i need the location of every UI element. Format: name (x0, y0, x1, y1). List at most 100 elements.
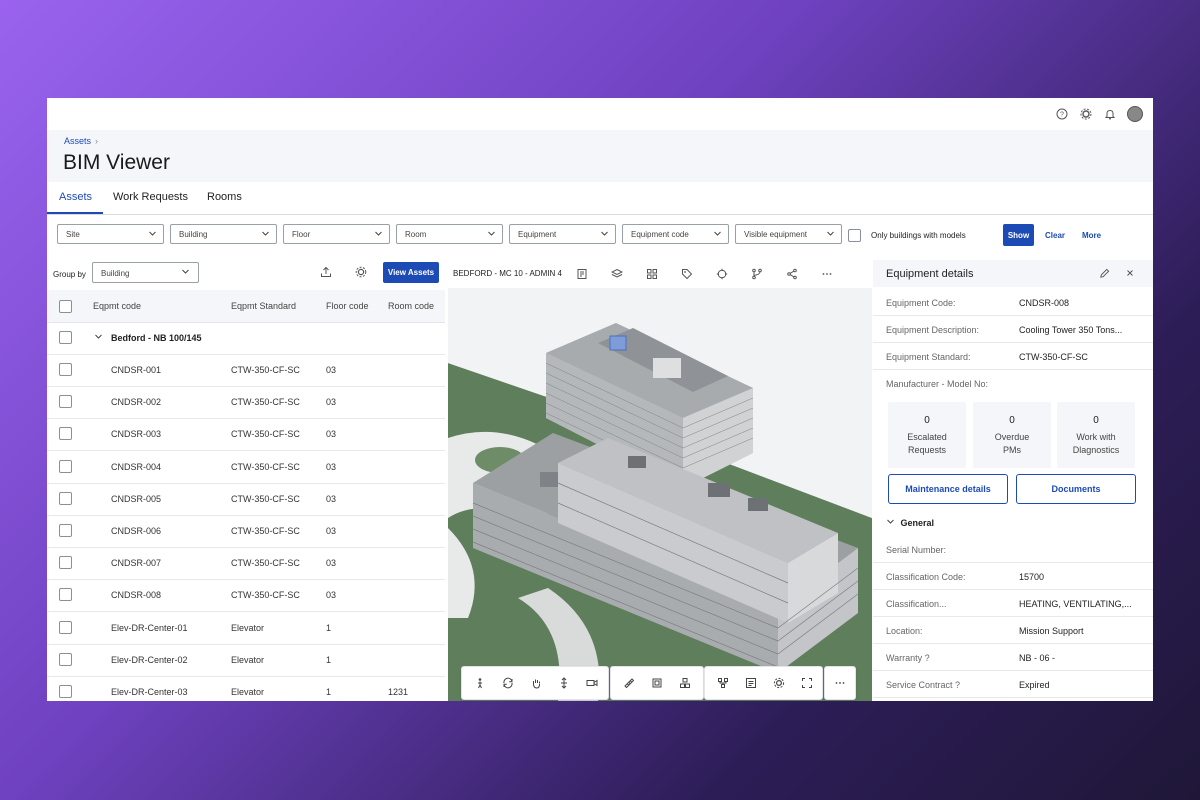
documents-button[interactable]: Documents (1016, 474, 1136, 504)
table-row[interactable]: Elev-DR-Center-01 Elevator 1 (47, 612, 445, 645)
visible-equipment-select[interactable]: Visible equipment (735, 224, 842, 244)
help-icon[interactable]: ? (1055, 107, 1069, 121)
branch-icon[interactable] (750, 267, 764, 281)
floor-code-cell: 03 (326, 526, 337, 536)
column-header[interactable]: Room code (388, 301, 434, 311)
prop-location: Location: Mission Support (873, 617, 1153, 644)
more-icon[interactable] (820, 267, 834, 281)
layers-icon[interactable] (610, 267, 624, 281)
building-select[interactable]: Building (170, 224, 277, 244)
row-checkbox[interactable] (59, 588, 72, 602)
overdue-pms-stat[interactable]: 0 Overdue PMs (973, 402, 1051, 468)
settings-icon[interactable] (1079, 107, 1093, 121)
share-icon[interactable] (785, 267, 799, 281)
section-box-icon[interactable] (650, 676, 664, 690)
more-icon[interactable] (833, 676, 847, 690)
avatar[interactable] (1127, 106, 1143, 122)
row-checkbox[interactable] (59, 331, 72, 344)
table-row[interactable]: CNDSR-004 CTW-350-CF-SC 03 (47, 451, 445, 484)
eqpmt-code-cell: CNDSR-007 (111, 558, 162, 569)
group-name: Bedford - NB 100/145 (111, 333, 202, 343)
column-header[interactable]: Floor code (326, 301, 369, 311)
row-checkbox[interactable] (59, 459, 72, 473)
row-checkbox[interactable] (59, 491, 72, 505)
explode-icon[interactable] (678, 676, 692, 690)
eqpmt-standard-cell: CTW-350-CF-SC (231, 429, 300, 440)
site-select[interactable]: Site (57, 224, 164, 244)
table-row[interactable]: Elev-DR-Center-02 Elevator 1 (47, 644, 445, 677)
row-checkbox[interactable] (59, 427, 72, 441)
measure-icon[interactable] (622, 676, 636, 690)
vertical-move-icon[interactable] (557, 676, 571, 690)
maintenance-details-button[interactable]: Maintenance details (888, 474, 1008, 504)
export-icon[interactable] (319, 265, 333, 279)
chevron-down-icon (181, 267, 190, 278)
target-icon[interactable] (715, 267, 729, 281)
fullscreen-icon[interactable] (800, 676, 814, 690)
person-icon[interactable] (473, 676, 487, 690)
more-button[interactable]: More (1082, 231, 1101, 240)
column-header[interactable]: Eqpmt Standard (231, 301, 296, 311)
select-all-checkbox[interactable] (59, 300, 72, 313)
eqpmt-standard-cell: CTW-350-CF-SC (231, 397, 300, 408)
properties-icon[interactable] (744, 676, 758, 690)
row-checkbox[interactable] (59, 395, 72, 409)
group-by-select[interactable]: Building (92, 262, 199, 283)
breadcrumb-assets[interactable]: Assets (64, 136, 91, 146)
table-row[interactable]: CNDSR-008 CTW-350-CF-SC 03 (47, 579, 445, 613)
building-model-3d[interactable] (448, 288, 872, 701)
row-checkbox[interactable] (59, 685, 72, 698)
chevron-down-icon[interactable] (94, 332, 103, 343)
table-row[interactable]: CNDSR-003 CTW-350-CF-SC 03 (47, 418, 445, 452)
group-row[interactable]: Bedford - NB 100/145 (47, 322, 445, 355)
table-row[interactable]: CNDSR-007 CTW-350-CF-SC 03 (47, 547, 445, 581)
row-checkbox[interactable] (59, 620, 72, 634)
settings-icon[interactable] (354, 265, 368, 279)
row-checkbox[interactable] (59, 524, 72, 537)
tree-icon[interactable] (716, 676, 730, 690)
equipment-code-select[interactable]: Equipment code (622, 224, 729, 244)
room-select[interactable]: Room (396, 224, 503, 244)
floor-select[interactable]: Floor (283, 224, 390, 244)
view-assets-button[interactable]: View Assets (383, 262, 439, 283)
tab-assets[interactable]: Assets (59, 191, 92, 203)
floor-code-cell: 03 (326, 493, 337, 504)
row-checkbox[interactable] (59, 363, 72, 376)
tab-work-requests[interactable]: Work Requests (113, 191, 188, 203)
tab-bar: Assets Work Requests Rooms (47, 184, 1153, 215)
close-icon[interactable] (1123, 266, 1137, 280)
table-row[interactable]: CNDSR-005 CTW-350-CF-SC 03 (47, 483, 445, 516)
row-checkbox[interactable] (59, 556, 72, 570)
orbit-icon[interactable] (501, 676, 515, 690)
eqpmt-code-cell: CNDSR-006 (111, 526, 162, 536)
table-row[interactable]: CNDSR-006 CTW-350-CF-SC 03 (47, 515, 445, 548)
details-header: Equipment details (873, 260, 1153, 287)
general-section-header[interactable]: General (886, 517, 934, 528)
app-window: ? Assets › BIM Viewer Assets Work Request… (47, 98, 1153, 701)
settings-icon[interactable] (772, 676, 786, 690)
bell-icon[interactable] (1103, 107, 1117, 121)
eqpmt-code-cell: Elev-DR-Center-01 (111, 622, 188, 633)
tag-icon[interactable] (680, 267, 694, 281)
camera-icon[interactable] (585, 676, 599, 690)
details-title: Equipment details (886, 268, 974, 280)
column-header[interactable]: Eqpmt code (93, 301, 141, 311)
table-row[interactable]: CNDSR-001 CTW-350-CF-SC 03 (47, 354, 445, 387)
bim-viewer[interactable]: BEDFORD - MC 10 - ADMIN 4 (448, 260, 872, 701)
equipment-select[interactable]: Equipment (509, 224, 616, 244)
tab-rooms[interactable]: Rooms (207, 191, 242, 203)
row-checkbox[interactable] (59, 652, 72, 666)
work-with-diagnostics-stat[interactable]: 0 Work with Dlagnostics (1057, 402, 1135, 468)
pan-icon[interactable] (529, 676, 543, 690)
show-button[interactable]: Show (1003, 224, 1034, 246)
floor-code-cell: 1 (326, 687, 332, 697)
escalated-requests-stat[interactable]: 0 Escalated Requests (888, 402, 966, 468)
table-row[interactable]: Elev-DR-Center-03 Elevator 1 1231 (47, 676, 445, 701)
table-row[interactable]: CNDSR-002 CTW-350-CF-SC 03 (47, 386, 445, 420)
edit-icon[interactable] (1097, 266, 1111, 280)
floorplan-icon[interactable] (575, 267, 589, 281)
grid-icon[interactable] (645, 267, 659, 281)
clear-button[interactable]: Clear (1045, 231, 1065, 240)
only-buildings-checkbox[interactable] (848, 229, 861, 242)
chevron-down-icon (261, 229, 270, 240)
